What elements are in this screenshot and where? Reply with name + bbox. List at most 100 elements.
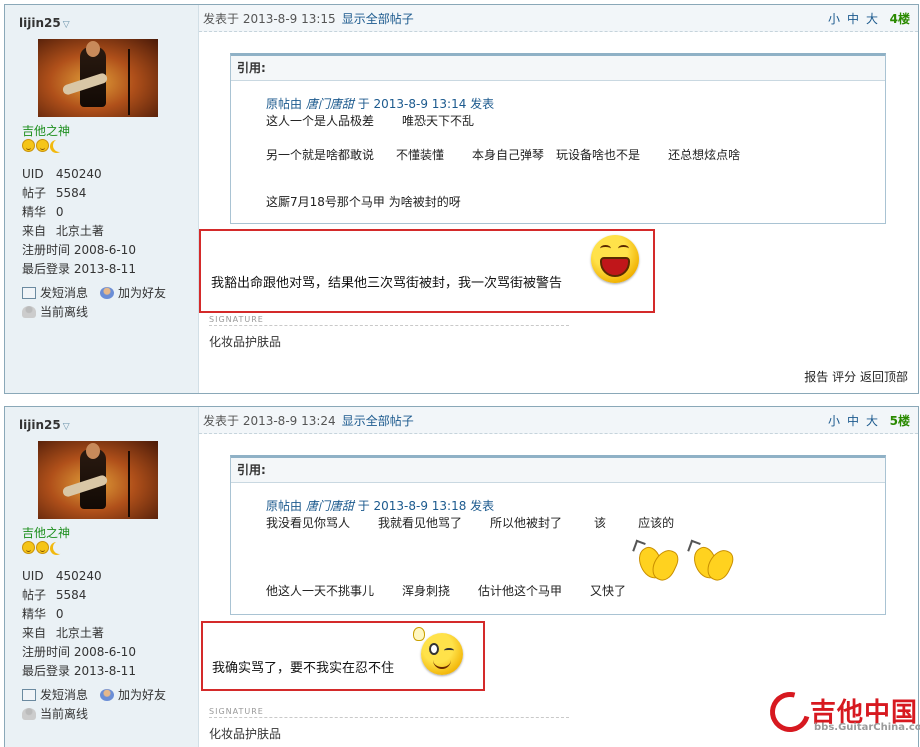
- online-status: 当前离线: [22, 705, 166, 724]
- font-large-link[interactable]: 大: [866, 414, 878, 428]
- quote-line: 这人一个是人品极差 唯恐天下不乱: [266, 114, 475, 128]
- floor-number[interactable]: 4楼: [890, 10, 910, 27]
- post-date: 发表于 2013-8-9 13:15 显示全部帖子: [203, 12, 414, 26]
- add-friend-link[interactable]: 加为好友: [100, 686, 166, 705]
- user-rank: 吉他之神: [22, 526, 71, 540]
- avatar-head: [86, 41, 100, 57]
- quote-label: 引用:: [231, 56, 885, 81]
- post-content: 发表于 2013-8-9 13:15 显示全部帖子 小中大 4楼 引用: 原帖由 …: [199, 5, 918, 393]
- info-posts: 帖子 5584: [22, 186, 87, 200]
- message-highlight-box: 我确实骂了，要不我实在忍不住: [201, 621, 485, 691]
- sun-icon: [36, 541, 49, 554]
- font-small-link[interactable]: 小: [828, 414, 840, 428]
- site-watermark-logo: 吉他中国 bbs.GuitarChina.com: [762, 684, 920, 740]
- quote-author-link[interactable]: 唐门唐甜: [306, 97, 354, 111]
- info-registered: 注册时间 2008-6-10: [22, 243, 136, 257]
- message-icon: [22, 689, 36, 701]
- floor-number[interactable]: 5楼: [890, 412, 910, 429]
- message-icon: [22, 287, 36, 299]
- friend-icon: [100, 287, 115, 299]
- font-medium-link[interactable]: 中: [847, 12, 859, 26]
- font-size-switcher: 小中大: [821, 412, 878, 429]
- post-header: 发表于 2013-8-9 13:15 显示全部帖子 小中大 4楼: [199, 5, 918, 32]
- font-size-switcher: 小中大: [821, 10, 878, 27]
- offline-icon: [22, 708, 36, 720]
- signature-divider: SIGNATURE: [209, 707, 569, 718]
- info-from: 来自 北京土著: [22, 626, 104, 640]
- font-medium-link[interactable]: 中: [847, 414, 859, 428]
- info-from: 来自 北京土著: [22, 224, 104, 238]
- chevron-down-icon[interactable]: ▽: [63, 422, 70, 432]
- laughing-emoji-icon: [591, 235, 639, 283]
- username-link[interactable]: lijin25 ▽: [19, 16, 70, 30]
- rank-stars: [22, 139, 66, 152]
- send-message-link[interactable]: 发短消息: [22, 284, 88, 303]
- rate-link[interactable]: 评分: [832, 370, 856, 384]
- online-status: 当前离线: [22, 303, 166, 322]
- info-last-login: 最后登录 2013-8-11: [22, 664, 136, 678]
- signature-divider: SIGNATURE: [209, 315, 569, 326]
- signature-text[interactable]: 化妆品护肤品: [209, 725, 281, 742]
- watermark-url: bbs.GuitarChina.com: [814, 722, 920, 733]
- quote-block: 引用: 原帖由 唐门唐甜 于 2013-8-9 13:14 发表 这人一个是人品…: [230, 53, 886, 224]
- quote-line: 这厮7月18号那个马甲 为啥被封的呀: [266, 195, 461, 209]
- rank-stars: [22, 541, 66, 554]
- message-highlight-box: 我豁出命跟他对骂，结果他三次骂街被封，我一次骂街被警告: [199, 229, 655, 313]
- user-sidebar: lijin25 ▽ 吉他之神 UID 450240 帖子 5584 精华 0 来自…: [5, 5, 199, 393]
- show-all-posts-link[interactable]: 显示全部帖子: [342, 12, 414, 26]
- chevron-down-icon[interactable]: ▽: [63, 20, 70, 30]
- sun-icon: [22, 541, 35, 554]
- font-small-link[interactable]: 小: [828, 12, 840, 26]
- offline-icon: [22, 306, 36, 318]
- friend-icon: [100, 689, 115, 701]
- clapping-hands-icon: [687, 539, 737, 585]
- info-digest: 精华 0: [22, 607, 64, 621]
- info-uid: UID 450240: [22, 167, 102, 181]
- user-actions: 发短消息 加为好友 当前离线: [22, 686, 166, 724]
- quote-source: 原帖由 唐门唐甜 于 2013-8-9 13:14 发表: [266, 97, 495, 111]
- moon-icon: [53, 541, 66, 554]
- sun-icon: [36, 139, 49, 152]
- info-uid: UID 450240: [22, 569, 102, 583]
- send-message-link[interactable]: 发短消息: [22, 686, 88, 705]
- avatar-mic-stand: [128, 49, 130, 115]
- quote-line: 他这人一天不挑事儿 浑身刺挠 估计他这个马甲 又快了: [266, 584, 627, 598]
- report-link[interactable]: 报告: [804, 370, 828, 384]
- info-posts: 帖子 5584: [22, 588, 87, 602]
- avatar-head: [86, 443, 100, 459]
- user-rank: 吉他之神: [22, 124, 71, 138]
- post-message: 我豁出命跟他对骂，结果他三次骂街被封，我一次骂街被警告: [211, 276, 563, 291]
- quote-line: 我没看见你骂人 我就看见他骂了 所以他被封了该应该的: [266, 516, 675, 530]
- back-to-top-link[interactable]: 返回顶部: [860, 370, 908, 384]
- moon-icon: [53, 139, 66, 152]
- add-friend-link[interactable]: 加为好友: [100, 284, 166, 303]
- lightbulb-icon: [413, 627, 425, 641]
- user-info: UID 450240 帖子 5584 精华 0 来自 北京土著 注册时间 200…: [22, 165, 136, 279]
- info-registered: 注册时间 2008-6-10: [22, 645, 136, 659]
- font-large-link[interactable]: 大: [866, 12, 878, 26]
- username-link[interactable]: lijin25 ▽: [19, 418, 70, 432]
- user-sidebar: lijin25 ▽ 吉他之神 UID 450240 帖子 5584 精华 0 来自…: [5, 407, 199, 747]
- clapping-hands-icon: [632, 539, 682, 585]
- avatar-mic-stand: [128, 451, 130, 517]
- post-message: 我确实骂了，要不我实在忍不住: [212, 661, 395, 676]
- post-header: 发表于 2013-8-9 13:24 显示全部帖子 小中大 5楼: [199, 407, 918, 434]
- post-footer-links: 报告 评分 返回顶部: [804, 368, 908, 385]
- show-all-posts-link[interactable]: 显示全部帖子: [342, 414, 414, 428]
- avatar[interactable]: [38, 441, 158, 519]
- signature-text[interactable]: 化妆品护肤品: [209, 333, 281, 350]
- quote-author-link[interactable]: 唐门唐甜: [306, 499, 354, 513]
- user-actions: 发短消息 加为好友 当前离线: [22, 284, 166, 322]
- post-date: 发表于 2013-8-9 13:24 显示全部帖子: [203, 414, 414, 428]
- quote-block: 引用: 原帖由 唐门唐甜 于 2013-8-9 13:18 发表 我没看见你骂人…: [230, 455, 886, 615]
- winking-emoji-icon: [421, 633, 463, 675]
- post-4: lijin25 ▽ 吉他之神 UID 450240 帖子 5584 精华 0 来自…: [4, 4, 919, 394]
- quote-line: 另一个就是啥都敢说 不懂装懂 本身自己弹琴 玩设备啥也不是 还总想炫点啥: [266, 148, 741, 162]
- sun-icon: [22, 139, 35, 152]
- quote-label: 引用:: [231, 458, 885, 483]
- avatar[interactable]: [38, 39, 158, 117]
- info-digest: 精华 0: [22, 205, 64, 219]
- user-info: UID 450240 帖子 5584 精华 0 来自 北京土著 注册时间 200…: [22, 567, 136, 681]
- info-last-login: 最后登录 2013-8-11: [22, 262, 136, 276]
- quote-source: 原帖由 唐门唐甜 于 2013-8-9 13:18 发表: [266, 499, 495, 513]
